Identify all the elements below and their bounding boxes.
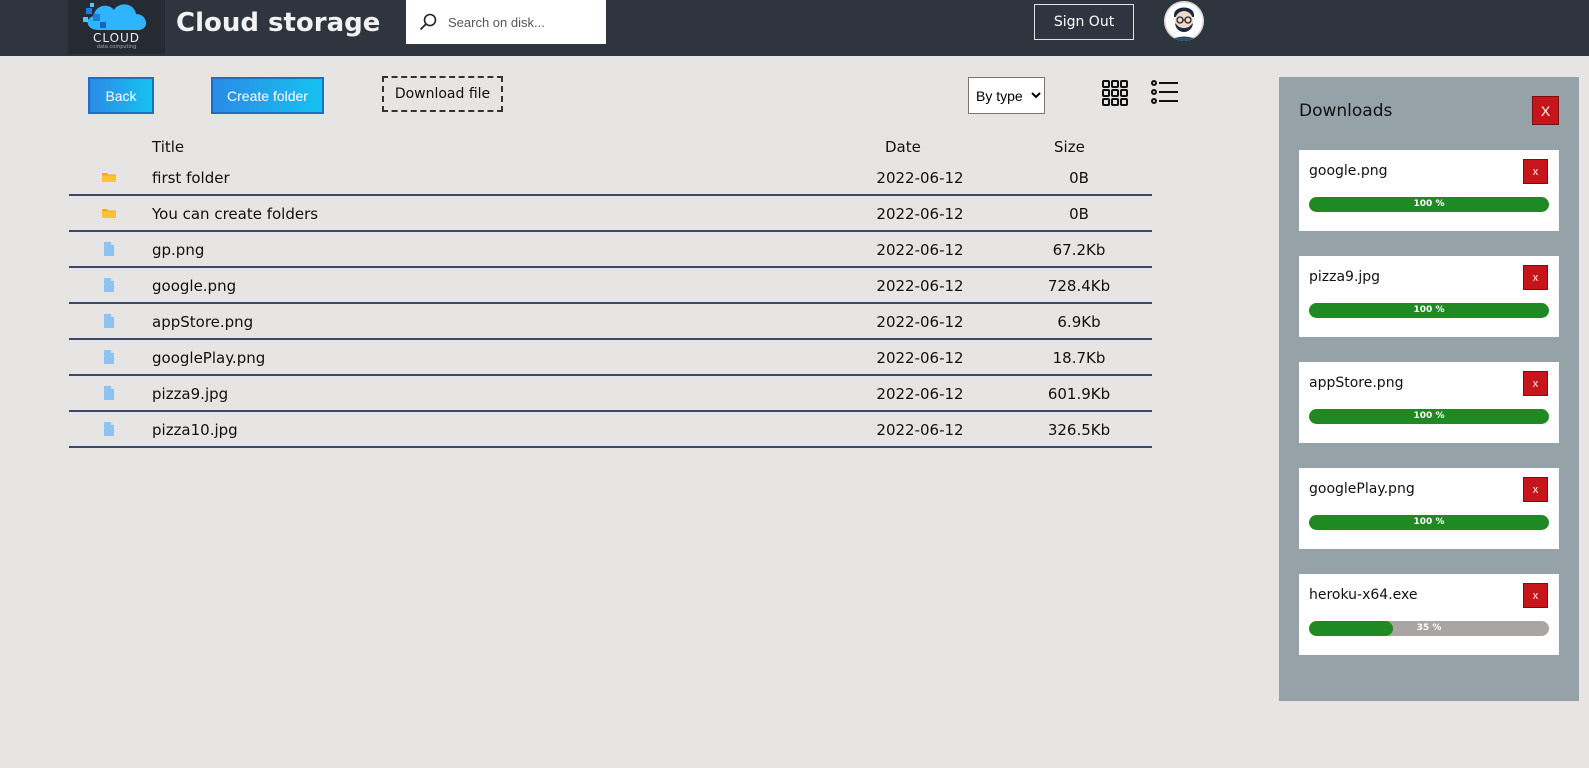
download-item: pizza9.jpg x 100 % — [1299, 256, 1559, 337]
row-size: 0B — [1069, 169, 1089, 187]
close-downloads-button[interactable]: X — [1532, 96, 1559, 125]
file-icon — [104, 422, 114, 436]
search-input[interactable] — [448, 10, 598, 34]
row-name: pizza10.jpg — [152, 421, 238, 439]
column-header-date[interactable]: Date — [885, 138, 921, 156]
download-item: google.png x 100 % — [1299, 150, 1559, 231]
top-navbar: CLOUD data computing Cloud storage Sign … — [0, 0, 1589, 56]
search-box — [406, 0, 606, 44]
folder-icon — [102, 173, 116, 182]
back-button[interactable]: Back — [88, 77, 154, 114]
row-date: 2022-06-12 — [876, 205, 964, 223]
table-row[interactable]: pizza10.jpg 2022-06-12 326.5Kb — [69, 412, 1152, 448]
download-item: googlePlay.png x 100 % — [1299, 468, 1559, 549]
table-row[interactable]: google.png 2022-06-12 728.4Kb — [69, 268, 1152, 304]
row-size: 0B — [1069, 205, 1089, 223]
row-size: 601.9Kb — [1047, 385, 1111, 403]
sort-select[interactable]: By type — [968, 77, 1045, 114]
table-row[interactable]: pizza9.jpg 2022-06-12 601.9Kb — [69, 376, 1152, 412]
logo-subtext: data computing — [96, 44, 137, 50]
download-progress-bar: 100 % — [1309, 515, 1549, 530]
row-name: appStore.png — [152, 313, 254, 331]
download-progress-label: 100 % — [1413, 199, 1445, 209]
download-progress-label: 35 % — [1416, 623, 1442, 633]
download-item: heroku-x64.exe x 35 % — [1299, 574, 1559, 655]
folder-icon — [102, 209, 116, 218]
downloads-panel: Downloads X google.png x 100 % pizza9.jpg x 1… — [1279, 77, 1579, 701]
row-date: 2022-06-12 — [876, 421, 964, 439]
remove-download-button[interactable]: x — [1523, 159, 1548, 184]
row-name: googlePlay.png — [152, 349, 266, 367]
create-folder-button[interactable]: Create folder — [211, 77, 324, 114]
download-progress-bar: 35 % — [1309, 621, 1549, 636]
row-date: 2022-06-12 — [876, 169, 964, 187]
remove-download-button[interactable]: x — [1523, 477, 1548, 502]
download-name: googlePlay.png — [1309, 481, 1415, 497]
table-row[interactable]: googlePlay.png 2022-06-12 18.7Kb — [69, 340, 1152, 376]
download-item: appStore.png x 100 % — [1299, 362, 1559, 443]
download-progress-label: 100 % — [1413, 411, 1445, 421]
remove-download-button[interactable]: x — [1523, 583, 1548, 608]
row-name: gp.png — [152, 241, 205, 259]
search-icon[interactable] — [418, 12, 438, 32]
row-size: 67.2Kb — [1052, 241, 1106, 259]
table-row[interactable]: You can create folders 2022-06-12 0B — [69, 196, 1152, 232]
download-progress-bar: 100 % — [1309, 197, 1549, 212]
download-name: google.png — [1309, 163, 1388, 179]
file-icon — [104, 386, 114, 400]
table-row[interactable]: appStore.png 2022-06-12 6.9Kb — [69, 304, 1152, 340]
download-progress-label: 100 % — [1413, 517, 1445, 527]
avatar[interactable] — [1164, 1, 1204, 41]
file-icon — [104, 314, 114, 328]
table-row[interactable]: first folder 2022-06-12 0B — [69, 160, 1152, 196]
row-date: 2022-06-12 — [876, 241, 964, 259]
download-name: pizza9.jpg — [1309, 269, 1381, 285]
list-view-icon[interactable] — [1151, 79, 1179, 105]
row-name: google.png — [152, 277, 237, 295]
download-name: heroku-x64.exe — [1309, 587, 1418, 603]
row-size: 6.9Kb — [1057, 313, 1101, 331]
remove-download-button[interactable]: x — [1523, 265, 1548, 290]
row-size: 728.4Kb — [1047, 277, 1111, 295]
row-name: pizza9.jpg — [152, 385, 229, 403]
logo-text: CLOUD — [92, 31, 141, 45]
file-icon — [104, 242, 114, 256]
downloads-title: Downloads — [1299, 101, 1393, 121]
sign-out-button[interactable]: Sign Out — [1034, 4, 1134, 40]
download-progress-label: 100 % — [1413, 305, 1445, 315]
app-title: Cloud storage — [176, 8, 381, 38]
file-icon — [104, 278, 114, 292]
download-name: appStore.png — [1309, 375, 1404, 391]
download-progress-bar: 100 % — [1309, 303, 1549, 318]
column-header-size[interactable]: Size — [1054, 138, 1085, 156]
column-header-title[interactable]: Title — [152, 138, 184, 156]
row-name: first folder — [152, 169, 230, 187]
row-name: You can create folders — [152, 205, 319, 223]
remove-download-button[interactable]: x — [1523, 371, 1548, 396]
row-date: 2022-06-12 — [876, 349, 964, 367]
download-file-button[interactable]: Download file — [382, 76, 503, 112]
row-size: 18.7Kb — [1052, 349, 1106, 367]
row-date: 2022-06-12 — [876, 385, 964, 403]
file-icon — [104, 350, 114, 364]
table-row[interactable]: gp.png 2022-06-12 67.2Kb — [69, 232, 1152, 268]
user-avatar-icon — [1164, 1, 1204, 41]
cloud-logo[interactable]: CLOUD data computing — [68, 0, 165, 54]
sign-out-label: Sign Out — [1053, 14, 1115, 30]
row-date: 2022-06-12 — [876, 277, 964, 295]
row-date: 2022-06-12 — [876, 313, 964, 331]
download-progress-bar: 100 % — [1309, 409, 1549, 424]
grid-view-icon[interactable] — [1101, 79, 1129, 107]
row-size: 326.5Kb — [1047, 421, 1111, 439]
